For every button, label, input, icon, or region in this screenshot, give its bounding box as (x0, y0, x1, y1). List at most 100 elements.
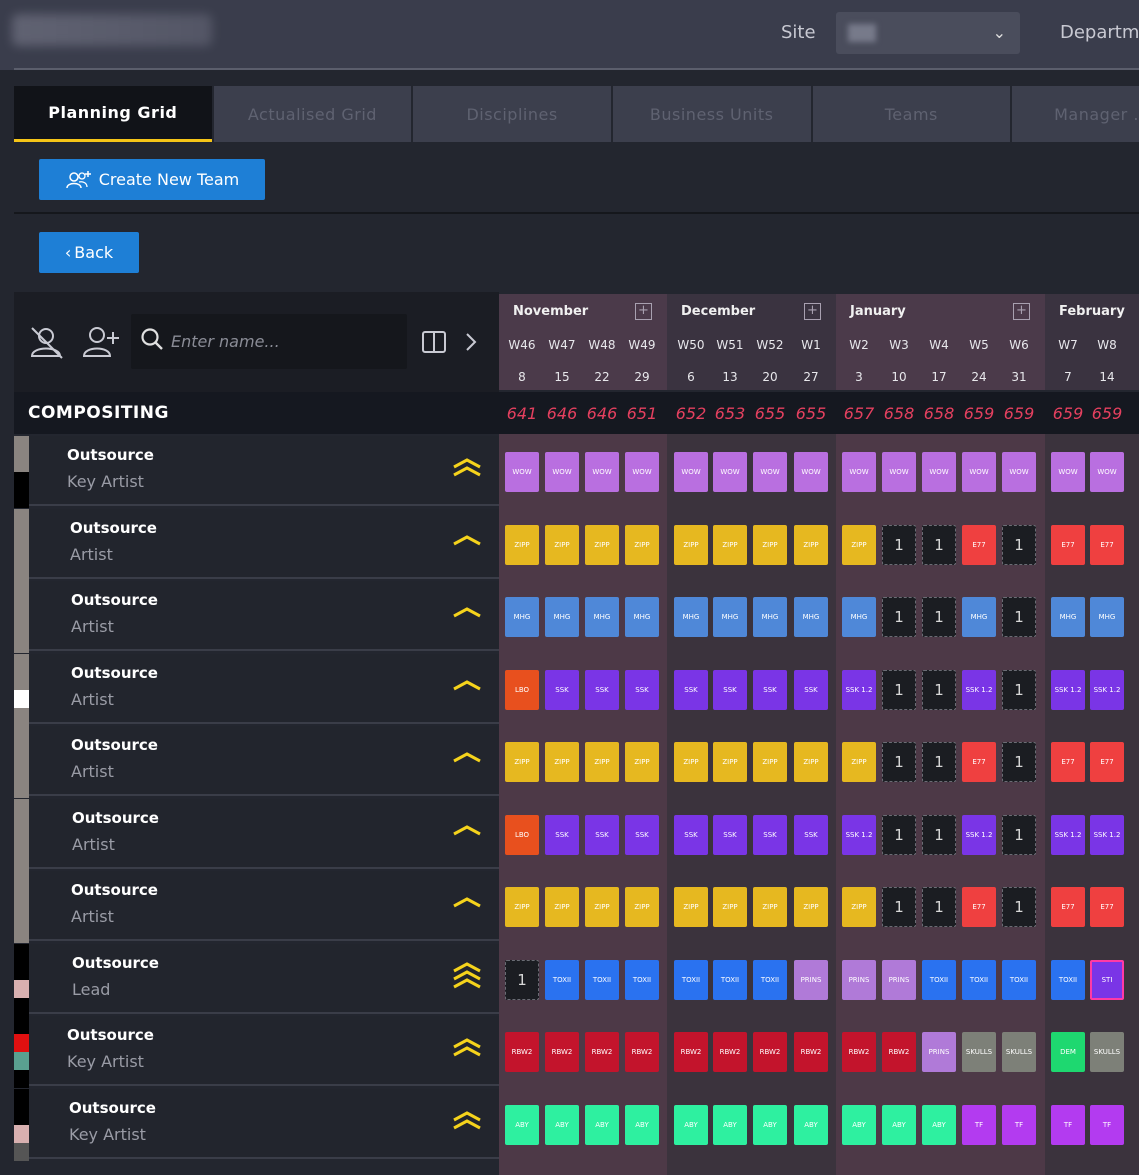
allocation-block[interactable]: SSK 1.2 (1051, 815, 1085, 855)
allocation-block[interactable]: MHG (842, 597, 876, 637)
allocation-block[interactable]: RBW2 (585, 1032, 619, 1072)
allocation-block[interactable]: TOXII (1051, 960, 1085, 1000)
allocation-block[interactable]: PRINS (794, 960, 828, 1000)
priority-chevron-single-icon[interactable] (451, 885, 483, 917)
allocation-block[interactable]: MHG (545, 597, 579, 637)
team-row[interactable]: Outsource Artist (29, 509, 499, 579)
allocation-block[interactable]: SSK (674, 815, 708, 855)
allocation-block[interactable]: PRINS (922, 1032, 956, 1072)
allocation-block[interactable]: WOW (545, 452, 579, 492)
empty-allocation-cell[interactable]: 1 (922, 742, 956, 782)
allocation-block[interactable]: SKULLS (1002, 1032, 1036, 1072)
allocation-block[interactable]: E77 (962, 887, 996, 927)
create-new-team-button[interactable]: Create New Team (39, 159, 265, 200)
tab-manager[interactable]: Manager ... (1012, 86, 1139, 142)
site-select[interactable]: ⌄ (836, 12, 1020, 54)
allocation-block[interactable]: SSK (585, 670, 619, 710)
remove-user-icon[interactable] (28, 324, 66, 360)
allocation-block[interactable]: ZIPP (545, 525, 579, 565)
team-row[interactable]: Outsource Lead (29, 944, 499, 1014)
team-row[interactable]: Outsource Key Artist (29, 1016, 499, 1086)
allocation-block[interactable]: SSK 1.2 (962, 815, 996, 855)
allocation-block[interactable]: PRINS (882, 960, 916, 1000)
columns-icon[interactable] (422, 331, 446, 353)
allocation-block[interactable]: ZIPP (753, 887, 787, 927)
allocation-block[interactable]: ZIPP (625, 887, 659, 927)
tab-business-units[interactable]: Business Units (612, 86, 811, 142)
allocation-block[interactable]: ABY (753, 1105, 787, 1145)
allocation-block[interactable]: E77 (1090, 742, 1124, 782)
allocation-block[interactable]: SSK (713, 670, 747, 710)
allocation-block[interactable]: PRINS (842, 960, 876, 1000)
allocation-block[interactable]: STI (1090, 960, 1124, 1000)
allocation-block[interactable]: WOW (505, 452, 539, 492)
allocation-block[interactable]: ABY (882, 1105, 916, 1145)
allocation-block[interactable]: SSK (545, 815, 579, 855)
allocation-block[interactable]: ZIPP (794, 742, 828, 782)
allocation-block[interactable]: RBW2 (713, 1032, 747, 1072)
allocation-block[interactable]: WOW (713, 452, 747, 492)
allocation-block[interactable]: MHG (505, 597, 539, 637)
allocation-block[interactable]: ABY (585, 1105, 619, 1145)
allocation-block[interactable]: E77 (1051, 887, 1085, 927)
allocation-block[interactable]: SSK 1.2 (962, 670, 996, 710)
allocation-block[interactable]: WOW (674, 452, 708, 492)
allocation-block[interactable]: ABY (713, 1105, 747, 1145)
allocation-block[interactable]: TOXII (545, 960, 579, 1000)
allocation-block[interactable]: TOXII (625, 960, 659, 1000)
empty-allocation-cell[interactable]: 1 (922, 815, 956, 855)
allocation-block[interactable]: MHG (625, 597, 659, 637)
empty-allocation-cell[interactable]: 1 (1002, 597, 1036, 637)
allocation-block[interactable]: ZIPP (794, 887, 828, 927)
empty-allocation-cell[interactable]: 1 (922, 597, 956, 637)
allocation-block[interactable]: WOW (1051, 452, 1085, 492)
allocation-block[interactable]: DEM (1051, 1032, 1085, 1072)
allocation-block[interactable]: ZIPP (545, 887, 579, 927)
allocation-block[interactable]: TOXII (753, 960, 787, 1000)
allocation-block[interactable]: MHG (674, 597, 708, 637)
allocation-block[interactable]: TF (1051, 1105, 1085, 1145)
allocation-block[interactable]: ZIPP (674, 742, 708, 782)
empty-allocation-cell[interactable]: 1 (882, 597, 916, 637)
allocation-block[interactable]: ZIPP (674, 887, 708, 927)
expand-month-icon[interactable]: + (1013, 303, 1030, 320)
allocation-block[interactable]: ZIPP (842, 525, 876, 565)
allocation-block[interactable]: LBO (505, 815, 539, 855)
allocation-block[interactable]: SSK 1.2 (1051, 670, 1085, 710)
allocation-block[interactable]: ZIPP (585, 887, 619, 927)
allocation-block[interactable]: ABY (922, 1105, 956, 1145)
allocation-block[interactable]: ZIPP (505, 525, 539, 565)
allocation-block[interactable]: ZIPP (713, 525, 747, 565)
allocation-block[interactable]: TOXII (962, 960, 996, 1000)
allocation-block[interactable]: SSK 1.2 (1090, 670, 1124, 710)
allocation-block[interactable]: ZIPP (842, 742, 876, 782)
empty-allocation-cell[interactable]: 1 (922, 887, 956, 927)
empty-allocation-cell[interactable]: 1 (882, 742, 916, 782)
allocation-block[interactable]: RBW2 (842, 1032, 876, 1072)
allocation-block[interactable]: RBW2 (753, 1032, 787, 1072)
priority-chevron-single-icon[interactable] (451, 523, 483, 555)
allocation-block[interactable]: SKULLS (962, 1032, 996, 1072)
allocation-block[interactable]: MHG (794, 597, 828, 637)
allocation-block[interactable]: ZIPP (625, 742, 659, 782)
allocation-block[interactable]: ABY (545, 1105, 579, 1145)
allocation-block[interactable]: WOW (585, 452, 619, 492)
tab-teams[interactable]: Teams (812, 86, 1011, 142)
allocation-block[interactable]: E77 (1090, 887, 1124, 927)
allocation-block[interactable]: ZIPP (842, 887, 876, 927)
allocation-block[interactable]: ABY (842, 1105, 876, 1145)
allocation-block[interactable]: SSK (625, 670, 659, 710)
allocation-block[interactable]: RBW2 (625, 1032, 659, 1072)
allocation-block[interactable]: SKULLS (1090, 1032, 1124, 1072)
allocation-block[interactable]: ABY (674, 1105, 708, 1145)
allocation-block[interactable]: WOW (625, 452, 659, 492)
allocation-block[interactable]: ZIPP (674, 525, 708, 565)
allocation-block[interactable]: SSK (753, 670, 787, 710)
allocation-block[interactable]: LBO (505, 670, 539, 710)
priority-chevron-single-icon[interactable] (451, 668, 483, 700)
empty-allocation-cell[interactable]: 1 (1002, 887, 1036, 927)
empty-allocation-cell[interactable]: 1 (1002, 670, 1036, 710)
allocation-block[interactable]: SSK (713, 815, 747, 855)
team-row[interactable]: Outsource Key Artist (29, 1089, 499, 1159)
allocation-block[interactable]: ZIPP (753, 525, 787, 565)
